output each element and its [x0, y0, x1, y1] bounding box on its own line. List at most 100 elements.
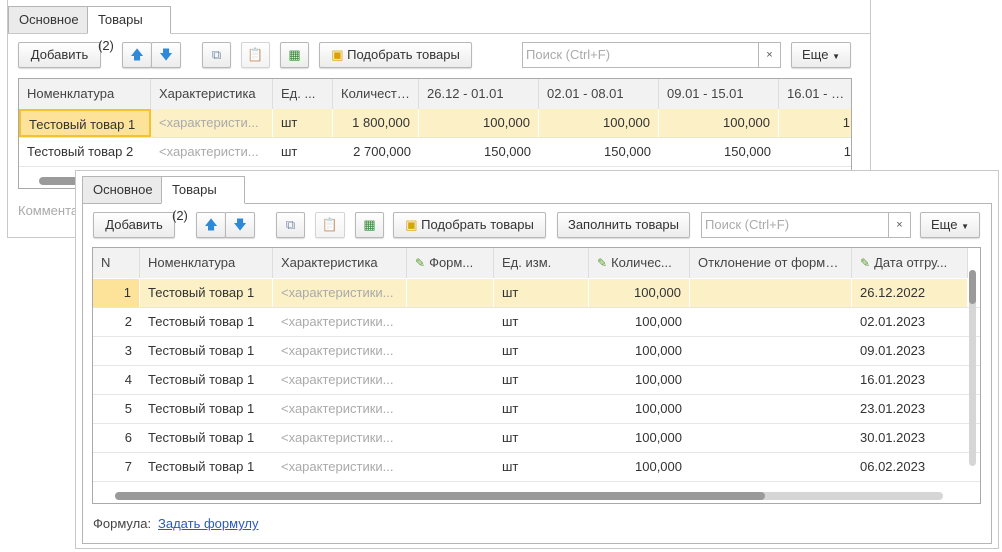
table-cell[interactable]: 3	[93, 337, 140, 365]
column-header[interactable]: Ед. изм.	[494, 248, 589, 278]
table-cell[interactable]: 02.01.2023	[852, 308, 968, 336]
back-pick-goods-button[interactable]: ▣ Подобрать товары	[319, 42, 472, 68]
table-cell[interactable]: 09.01.2023	[852, 337, 968, 365]
front-hscroll-thumb[interactable]	[115, 492, 765, 500]
table-cell[interactable]: 1 800,000	[333, 109, 419, 137]
table-cell[interactable]	[690, 308, 852, 336]
table-cell[interactable]	[407, 424, 494, 452]
table-row[interactable]: 5 Тестовый товар 1 <характеристики... шт 100…	[93, 395, 980, 424]
table-cell[interactable]: 150,000	[659, 138, 779, 166]
table-cell[interactable]: 30.01.2023	[852, 424, 968, 452]
column-header[interactable]: N	[93, 248, 140, 278]
front-search-input[interactable]: Поиск (Ctrl+F) ×	[701, 212, 911, 238]
table-cell[interactable]: Тестовый товар 1	[140, 279, 273, 307]
back-move-down-button[interactable]: 🡇	[151, 42, 181, 68]
table-cell[interactable]: 6	[93, 424, 140, 452]
back-more-button[interactable]: Еще ▼	[791, 42, 851, 68]
table-cell[interactable]: 1	[779, 109, 851, 137]
clear-icon[interactable]: ×	[758, 43, 780, 67]
table-cell[interactable]: 150,000	[539, 138, 659, 166]
table-cell[interactable]: 16.01.2023	[852, 366, 968, 394]
table-cell[interactable]: 100,000	[589, 395, 690, 423]
table-cell[interactable]: Тестовый товар 1	[140, 366, 273, 394]
table-cell[interactable]	[690, 279, 852, 307]
table-cell[interactable]: Тестовый товар 1	[140, 424, 273, 452]
table-cell[interactable]: Тестовый товар 2	[19, 138, 151, 166]
column-header[interactable]: Характеристика	[151, 79, 273, 109]
table-cell[interactable]: Тестовый товар 1	[140, 308, 273, 336]
front-pick-goods-button[interactable]: ▣ Подобрать товары	[393, 212, 546, 238]
table-cell[interactable]: Тестовый товар 1	[140, 453, 273, 481]
back-tab-goods[interactable]: Товары (2)	[87, 6, 171, 53]
table-cell[interactable]: 1	[93, 279, 140, 307]
table-cell[interactable]: шт	[494, 453, 589, 481]
table-cell[interactable]: 2	[93, 308, 140, 336]
column-header[interactable]: 02.01 - 08.01	[539, 79, 659, 109]
back-fill-button[interactable]: ▦	[280, 42, 309, 68]
front-copy-button[interactable]: ⧉	[276, 212, 305, 238]
column-header[interactable]: 16.01 - 22.0	[779, 79, 851, 109]
table-cell[interactable]: шт	[494, 424, 589, 452]
table-cell[interactable]: 23.01.2023	[852, 395, 968, 423]
table-cell[interactable]	[407, 279, 494, 307]
set-formula-link[interactable]: Задать формулу	[158, 516, 259, 531]
back-tab-main[interactable]: Основное	[8, 6, 88, 34]
table-cell[interactable]: 100,000	[419, 109, 539, 137]
column-header[interactable]: Ед. ...	[273, 79, 333, 109]
table-cell[interactable]	[407, 453, 494, 481]
table-cell[interactable]: <характеристики...	[273, 424, 407, 452]
table-cell[interactable]: 100,000	[539, 109, 659, 137]
column-header[interactable]: 09.01 - 15.01	[659, 79, 779, 109]
table-row[interactable]: Тестовый товар 1 <характеристи... шт 1 800,…	[19, 109, 851, 138]
table-cell[interactable]: Тестовый товар 1	[19, 109, 151, 137]
table-cell[interactable]: 26.12.2022	[852, 279, 968, 307]
table-cell[interactable]: шт	[494, 308, 589, 336]
back-move-up-button[interactable]: 🡅	[122, 42, 152, 68]
table-cell[interactable]: 100,000	[659, 109, 779, 137]
table-cell[interactable]: <характеристики...	[273, 337, 407, 365]
front-fill-button[interactable]: ▦	[355, 212, 384, 238]
back-paste-button[interactable]: 📋	[241, 42, 270, 68]
table-cell[interactable]: шт	[494, 366, 589, 394]
table-cell[interactable]: <характеристики...	[273, 453, 407, 481]
column-header[interactable]: 26.12 - 01.01	[419, 79, 539, 109]
front-tab-goods[interactable]: Товары (2)	[161, 176, 245, 223]
table-cell[interactable]	[690, 424, 852, 452]
back-copy-button[interactable]: ⧉	[202, 42, 231, 68]
table-cell[interactable]	[690, 453, 852, 481]
fill-goods-button[interactable]: Заполнить товары	[557, 212, 690, 238]
table-row[interactable]: 6 Тестовый товар 1 <характеристики... шт 100…	[93, 424, 980, 453]
table-cell[interactable]: Тестовый товар 1	[140, 395, 273, 423]
front-add-button[interactable]: Добавить	[93, 212, 175, 238]
table-cell[interactable]: 4	[93, 366, 140, 394]
table-cell[interactable]: шт	[273, 138, 333, 166]
table-cell[interactable]: 1	[779, 138, 851, 166]
table-cell[interactable]: Тестовый товар 1	[140, 337, 273, 365]
table-cell[interactable]	[407, 308, 494, 336]
table-cell[interactable]: <характеристики...	[273, 366, 407, 394]
table-cell[interactable]: 100,000	[589, 279, 690, 307]
table-cell[interactable]: <характеристики...	[273, 395, 407, 423]
table-cell[interactable]: 100,000	[589, 308, 690, 336]
table-cell[interactable]: <характеристики...	[273, 308, 407, 336]
table-cell[interactable]: 06.02.2023	[852, 453, 968, 481]
column-header[interactable]: ✎ Количес...	[589, 248, 690, 278]
back-add-button[interactable]: Добавить	[18, 42, 101, 68]
front-more-button[interactable]: Еще ▼	[920, 212, 980, 238]
table-cell[interactable]: шт	[494, 395, 589, 423]
column-header[interactable]: Количество	[333, 79, 419, 109]
column-header[interactable]: Номенклатура	[19, 79, 151, 109]
table-cell[interactable]: 100,000	[589, 366, 690, 394]
column-header[interactable]: ✎ Дата отгру...	[852, 248, 968, 278]
table-row[interactable]: Тестовый товар 2 <характеристи... шт 2 700,…	[19, 138, 851, 167]
clear-icon[interactable]: ×	[888, 213, 910, 237]
table-row[interactable]: 3 Тестовый товар 1 <характеристики... шт 100…	[93, 337, 980, 366]
front-tab-main[interactable]: Основное	[82, 176, 162, 204]
front-paste-button[interactable]: 📋	[315, 212, 345, 238]
table-cell[interactable]: 7	[93, 453, 140, 481]
table-cell[interactable]	[690, 366, 852, 394]
table-cell[interactable]: 100,000	[589, 337, 690, 365]
table-cell[interactable]: 100,000	[589, 424, 690, 452]
front-move-down-button[interactable]: 🡇	[225, 212, 255, 238]
table-cell[interactable]: шт	[494, 279, 589, 307]
